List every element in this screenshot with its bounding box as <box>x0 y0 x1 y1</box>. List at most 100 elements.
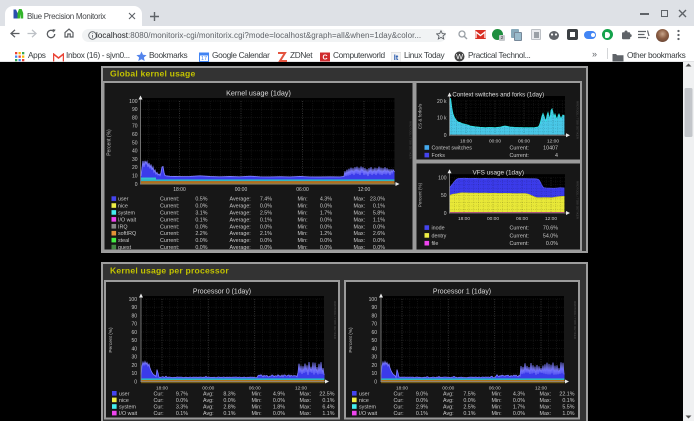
svg-text:0.1%: 0.1% <box>416 411 428 417</box>
svg-text:Max:: Max: <box>354 224 366 230</box>
svg-text:0.0%: 0.0% <box>373 238 385 244</box>
svg-text:1.7%: 1.7% <box>513 405 525 411</box>
svg-text:4: 4 <box>555 153 558 159</box>
svg-text:Min:: Min: <box>298 210 308 216</box>
svg-text:0.0%: 0.0% <box>320 204 332 210</box>
svg-text:18:00: 18:00 <box>173 187 186 193</box>
svg-text:RRDTOOL / TOBI OETIKER: RRDTOOL / TOBI OETIKER <box>576 181 580 220</box>
svg-text:10 k: 10 k <box>437 116 447 122</box>
svg-text:0.0%: 0.0% <box>273 411 285 417</box>
svg-text:70: 70 <box>371 322 377 328</box>
svg-text:0.0%: 0.0% <box>463 398 475 404</box>
svg-text:70: 70 <box>132 124 138 130</box>
svg-text:00:00: 00:00 <box>489 138 501 144</box>
svg-text:12:00: 12:00 <box>547 138 559 144</box>
svg-text:54.0%: 54.0% <box>543 233 558 239</box>
svg-text:Min:: Min: <box>252 398 262 404</box>
svg-text:2.2%: 2.2% <box>195 231 207 237</box>
svg-text:Forks: Forks <box>432 153 446 159</box>
svg-text:Current:: Current: <box>160 224 179 230</box>
svg-text:23.0%: 23.0% <box>370 197 385 203</box>
svg-text:30: 30 <box>371 355 377 361</box>
svg-text:0.1%: 0.1% <box>195 217 207 223</box>
svg-text:0.0%: 0.0% <box>546 241 558 247</box>
svg-text:system: system <box>118 210 135 216</box>
svg-text:2.8%: 2.8% <box>223 405 235 411</box>
svg-text:user: user <box>359 391 370 397</box>
svg-text:1.7%: 1.7% <box>320 210 332 216</box>
svg-text:Max:: Max: <box>300 391 312 397</box>
svg-text:Current:: Current: <box>160 238 179 244</box>
svg-text:6.4%: 6.4% <box>322 405 334 411</box>
svg-text:Kernel usage (1day): Kernel usage (1day) <box>226 89 291 98</box>
svg-text:Max:: Max: <box>540 411 552 417</box>
svg-text:0.0%: 0.0% <box>260 238 272 244</box>
svg-text:70.6%: 70.6% <box>543 226 558 232</box>
svg-text:2.5%: 2.5% <box>260 210 272 216</box>
svg-text:Current:: Current: <box>510 153 529 159</box>
svg-text:Max:: Max: <box>354 231 366 237</box>
svg-text:Max:: Max: <box>540 398 552 404</box>
svg-text:30: 30 <box>132 157 138 163</box>
svg-text:0.0%: 0.0% <box>513 411 525 417</box>
svg-text:50: 50 <box>371 338 377 344</box>
svg-text:0.0%: 0.0% <box>320 245 332 251</box>
svg-text:00:00: 00:00 <box>235 187 248 193</box>
svg-text:Max:: Max: <box>354 210 366 216</box>
svg-text:60: 60 <box>131 330 137 336</box>
svg-text:12:00: 12:00 <box>358 187 371 193</box>
svg-text:IRQ: IRQ <box>118 224 128 230</box>
svg-text:I/O wait: I/O wait <box>118 217 137 223</box>
svg-text:0.0%: 0.0% <box>260 224 272 230</box>
svg-text:90: 90 <box>132 107 138 113</box>
svg-text:0.0%: 0.0% <box>320 217 332 223</box>
svg-text:Current:: Current: <box>160 245 179 251</box>
svg-text:0.0%: 0.0% <box>176 398 188 404</box>
svg-text:Cur:: Cur: <box>394 391 404 397</box>
svg-text:22.5%: 22.5% <box>319 391 334 397</box>
svg-text:Average:: Average: <box>230 245 251 251</box>
svg-text:40: 40 <box>132 149 138 155</box>
svg-text:Max:: Max: <box>300 405 312 411</box>
svg-text:I/O wait: I/O wait <box>119 411 138 417</box>
svg-text:0: 0 <box>135 182 138 188</box>
svg-text:Min:: Min: <box>298 238 308 244</box>
svg-text:Current:: Current: <box>160 197 179 203</box>
svg-text:Max:: Max: <box>354 238 366 244</box>
svg-text:18:00: 18:00 <box>458 216 470 222</box>
svg-text:VFS usage (1day): VFS usage (1day) <box>472 169 524 176</box>
svg-text:Max:: Max: <box>540 391 552 397</box>
svg-text:0.0%: 0.0% <box>416 398 428 404</box>
svg-text:0: 0 <box>444 211 447 217</box>
svg-text:80: 80 <box>131 313 137 319</box>
svg-text:Processor 0 (1day): Processor 0 (1day) <box>193 289 251 296</box>
svg-text:0: 0 <box>374 379 377 385</box>
svg-text:90: 90 <box>371 305 377 311</box>
svg-text:1.1%: 1.1% <box>322 411 334 417</box>
svg-text:0.0%: 0.0% <box>260 245 272 251</box>
svg-text:06:00: 06:00 <box>296 187 309 193</box>
svg-text:0.1%: 0.1% <box>260 217 272 223</box>
svg-text:Percent (%): Percent (%) <box>107 129 113 156</box>
svg-text:Min:: Min: <box>492 411 502 417</box>
svg-text:Current:: Current: <box>160 210 179 216</box>
svg-text:60: 60 <box>371 330 377 336</box>
svg-text:CS & forks/s: CS & forks/s <box>418 103 423 129</box>
svg-text:Avg:: Avg: <box>203 391 214 397</box>
svg-text:Min:: Min: <box>298 217 308 223</box>
svg-text:Cur:: Cur: <box>154 411 164 417</box>
svg-text:0.0%: 0.0% <box>195 245 207 251</box>
svg-text:10: 10 <box>132 174 138 180</box>
svg-text:2.1%: 2.1% <box>260 231 272 237</box>
svg-text:Avg:: Avg: <box>443 398 454 404</box>
svg-text:Min:: Min: <box>298 204 308 210</box>
svg-text:guest: guest <box>118 245 132 251</box>
svg-text:2.5%: 2.5% <box>463 405 475 411</box>
svg-text:I/O wait: I/O wait <box>359 411 378 417</box>
svg-text:0: 0 <box>134 379 137 385</box>
svg-text:Current:: Current: <box>510 146 529 152</box>
svg-text:Average:: Average: <box>230 238 251 244</box>
svg-text:20: 20 <box>132 165 138 171</box>
svg-text:20: 20 <box>371 363 377 369</box>
svg-text:Current:: Current: <box>510 226 529 232</box>
